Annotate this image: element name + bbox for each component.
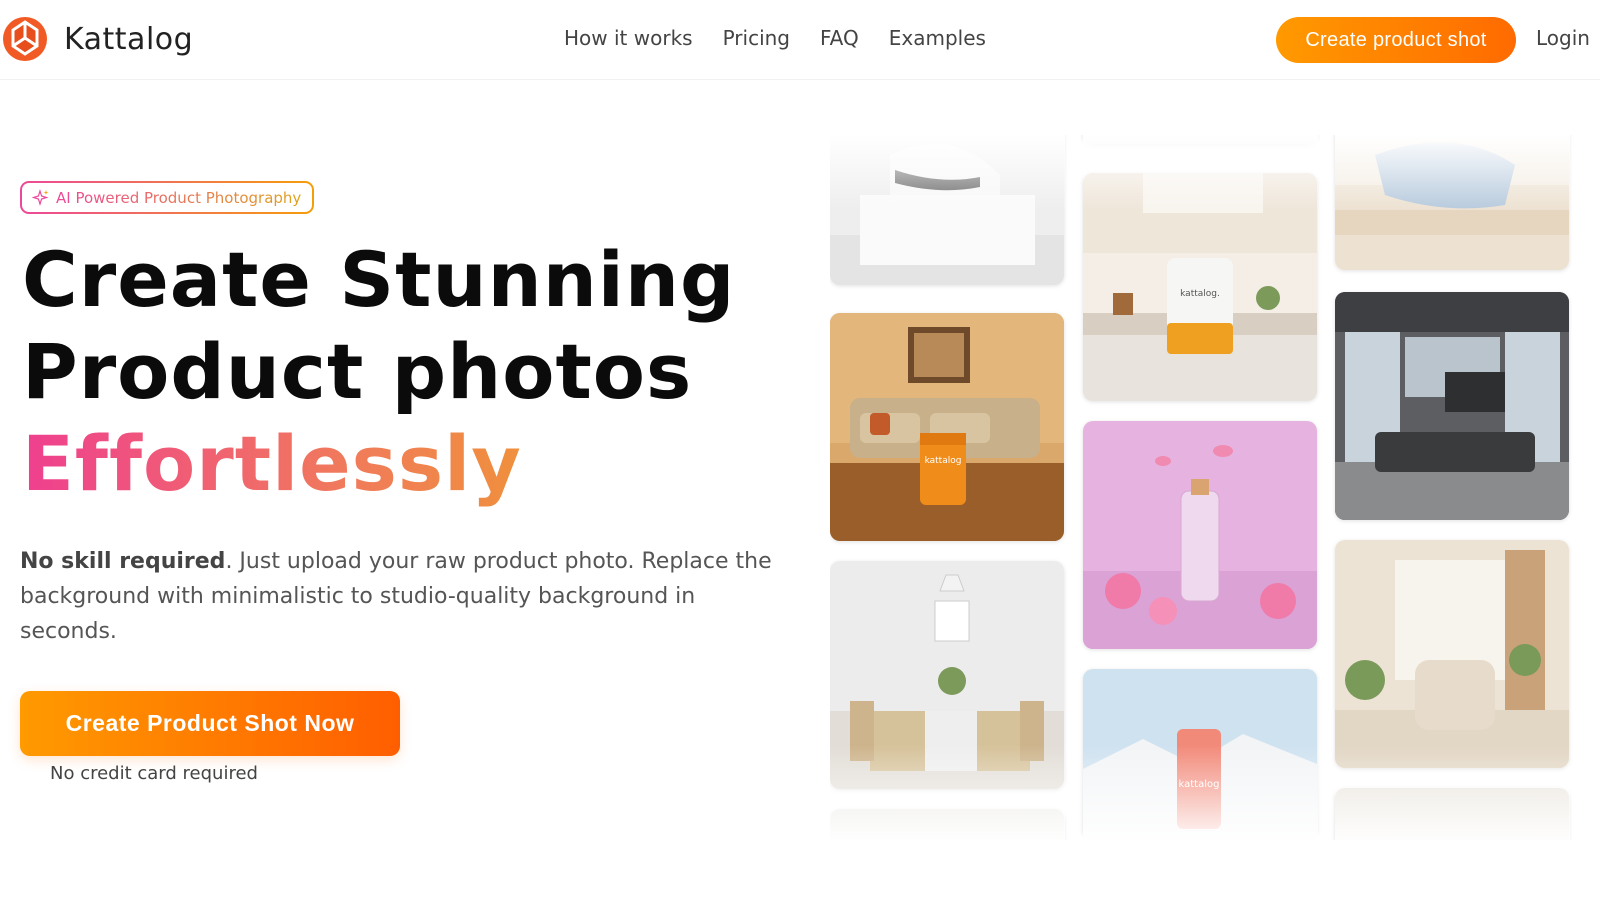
kattalog-logo-icon: [3, 17, 47, 61]
nav-link-faq[interactable]: FAQ: [820, 26, 859, 50]
create-product-shot-button[interactable]: Create product shot: [1276, 17, 1516, 63]
gallery-image-apartment[interactable]: [1335, 292, 1569, 520]
login-link[interactable]: Login: [1536, 26, 1590, 50]
gallery-image-sneaker[interactable]: [830, 135, 1064, 285]
gallery-image-partial-3[interactable]: [1335, 788, 1569, 840]
nav-link-pricing[interactable]: Pricing: [723, 26, 790, 50]
badge-label: AI Powered Product Photography: [56, 188, 302, 207]
perfume-image-icon: [1083, 421, 1317, 649]
gallery-image-partial-1[interactable]: [830, 809, 1064, 840]
can-label-text: kattalog: [1179, 779, 1220, 790]
kitchen-pouch-label-text: kattalog.: [1180, 289, 1220, 299]
mountain-can-image-icon: kattalog: [1083, 669, 1317, 839]
gallery-image-perfume[interactable]: [1083, 421, 1317, 649]
sneaker-image-icon: [830, 135, 1064, 285]
nav-link-examples[interactable]: Examples: [889, 26, 986, 50]
create-product-shot-now-button[interactable]: Create Product Shot Now: [20, 691, 400, 756]
gallery-image-bedroom[interactable]: [1335, 135, 1569, 270]
apartment-image-icon: [1335, 292, 1569, 520]
bedroom-image-icon: [1335, 135, 1569, 270]
hero-title-line-2: Product photos: [22, 327, 693, 416]
kitchen-image-icon: kattalog.: [1083, 173, 1317, 401]
hero-title: Create Stunning Product photos Effortles…: [22, 234, 735, 510]
logo-link[interactable]: Kattalog: [2, 16, 193, 62]
hero-description: No skill required. Just upload your raw …: [20, 544, 780, 649]
example-gallery: kattalog kattalog. kattalog: [830, 135, 1590, 840]
hero-title-line-1: Create Stunning: [22, 235, 736, 324]
gallery-image-kitchen[interactable]: kattalog.: [1083, 173, 1317, 401]
hero-description-bold: No skill required: [20, 549, 226, 574]
living-room-image-icon: kattalog: [830, 313, 1064, 541]
gallery-image-dining-room[interactable]: [830, 561, 1064, 789]
partial-image-icon: [830, 809, 1064, 840]
main-nav: How it works Pricing FAQ Examples: [564, 26, 986, 50]
sparkle-icon: [32, 188, 49, 206]
partial-image-icon: [1335, 788, 1569, 840]
armchair-room-image-icon: [1335, 540, 1569, 768]
gallery-image-mountain-can[interactable]: kattalog: [1083, 669, 1317, 839]
ai-badge: AI Powered Product Photography: [20, 181, 314, 214]
brand-name: Kattalog: [64, 21, 194, 57]
site-header: Kattalog How it works Pricing FAQ Exampl…: [0, 0, 1600, 80]
gallery-image-partial-2[interactable]: [1083, 135, 1317, 145]
gallery-image-living-room[interactable]: kattalog: [830, 313, 1064, 541]
pouch-label-text: kattalog: [925, 456, 962, 466]
gallery-image-armchair-room[interactable]: [1335, 540, 1569, 768]
nav-link-how-it-works[interactable]: How it works: [564, 26, 693, 50]
partial-image-icon: [1083, 135, 1317, 145]
hero-title-highlight: Effortlessly: [22, 418, 735, 510]
no-credit-card-note: No credit card required: [50, 763, 258, 784]
dining-room-image-icon: [830, 561, 1064, 789]
